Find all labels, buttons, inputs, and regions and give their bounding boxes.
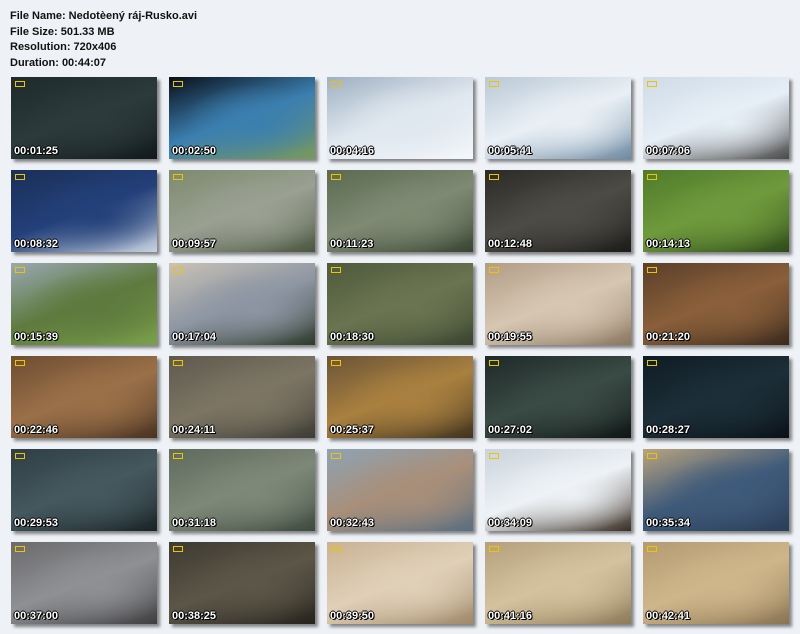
timecode: 00:32:43 (330, 517, 375, 529)
thumbnail[interactable]: 00:41:16 (485, 542, 631, 624)
channel-logo-icon (489, 267, 499, 273)
timecode: 00:35:34 (646, 517, 691, 529)
channel-logo-icon (489, 453, 499, 459)
timecode: 00:34:09 (488, 517, 533, 529)
channel-logo-icon (647, 174, 657, 180)
thumbnail[interactable]: 00:38:25 (169, 542, 315, 624)
timecode: 00:14:13 (646, 238, 691, 250)
timecode: 00:09:57 (172, 238, 217, 250)
channel-logo-icon (173, 174, 183, 180)
timecode: 00:28:27 (646, 424, 691, 436)
channel-logo-icon (331, 453, 341, 459)
channel-logo-icon (331, 81, 341, 87)
timecode: 00:18:30 (330, 331, 375, 343)
thumbnail[interactable]: 00:25:37 (327, 356, 473, 438)
thumbnail[interactable]: 00:34:09 (485, 449, 631, 531)
thumbnail[interactable]: 00:01:25 (11, 77, 157, 159)
channel-logo-icon (173, 453, 183, 459)
channel-logo-icon (647, 267, 657, 273)
channel-logo-icon (647, 81, 657, 87)
thumbnail[interactable]: 00:28:27 (643, 356, 789, 438)
timecode: 00:37:00 (14, 610, 59, 622)
timecode: 00:22:46 (14, 424, 59, 436)
thumbnail[interactable]: 00:19:55 (485, 263, 631, 345)
timecode: 00:07:06 (646, 145, 691, 157)
thumbnail[interactable]: 00:37:00 (11, 542, 157, 624)
thumbnail[interactable]: 00:32:43 (327, 449, 473, 531)
timecode: 00:11:23 (330, 238, 374, 250)
channel-logo-icon (173, 267, 183, 273)
thumbnail[interactable]: 00:11:23 (327, 170, 473, 252)
timecode: 00:04:16 (330, 145, 375, 157)
channel-logo-icon (647, 546, 657, 552)
channel-logo-icon (15, 267, 25, 273)
channel-logo-icon (331, 267, 341, 273)
timecode: 00:15:39 (14, 331, 59, 343)
channel-logo-icon (15, 453, 25, 459)
channel-logo-icon (173, 81, 183, 87)
thumbnail[interactable]: 00:07:06 (643, 77, 789, 159)
thumbnail[interactable]: 00:02:50 (169, 77, 315, 159)
timecode: 00:08:32 (14, 238, 59, 250)
channel-logo-icon (647, 360, 657, 366)
thumbnail-grid: 00:01:25 00:02:50 00:04:16 00:05:41 00:07:06… (0, 0, 800, 634)
channel-logo-icon (331, 174, 341, 180)
thumbnail[interactable]: 00:09:57 (169, 170, 315, 252)
thumbnail[interactable]: 00:14:13 (643, 170, 789, 252)
timecode: 00:01:25 (14, 145, 59, 157)
channel-logo-icon (15, 546, 25, 552)
timecode: 00:41:16 (488, 610, 533, 622)
channel-logo-icon (331, 360, 341, 366)
channel-logo-icon (489, 81, 499, 87)
thumbnail[interactable]: 00:18:30 (327, 263, 473, 345)
channel-logo-icon (489, 546, 499, 552)
thumbnail[interactable]: 00:12:48 (485, 170, 631, 252)
timecode: 00:29:53 (14, 517, 59, 529)
timecode: 00:42:41 (646, 610, 691, 622)
timecode: 00:02:50 (172, 145, 217, 157)
timecode: 00:31:18 (172, 517, 217, 529)
thumbnail[interactable]: 00:04:16 (327, 77, 473, 159)
thumbnail[interactable]: 00:17:04 (169, 263, 315, 345)
channel-logo-icon (173, 546, 183, 552)
thumbnail[interactable]: 00:21:20 (643, 263, 789, 345)
channel-logo-icon (15, 360, 25, 366)
timecode: 00:27:02 (488, 424, 533, 436)
thumbnail[interactable]: 00:35:34 (643, 449, 789, 531)
timecode: 00:24:11 (172, 424, 216, 436)
channel-logo-icon (173, 360, 183, 366)
thumbnail[interactable]: 00:22:46 (11, 356, 157, 438)
thumbnail[interactable]: 00:27:02 (485, 356, 631, 438)
thumbnail[interactable]: 00:24:11 (169, 356, 315, 438)
thumbnail[interactable]: 00:08:32 (11, 170, 157, 252)
timecode: 00:39:50 (330, 610, 375, 622)
timecode: 00:17:04 (172, 331, 217, 343)
thumbnail[interactable]: 00:31:18 (169, 449, 315, 531)
thumbnail[interactable]: 00:42:41 (643, 542, 789, 624)
channel-logo-icon (647, 453, 657, 459)
channel-logo-icon (489, 360, 499, 366)
channel-logo-icon (15, 81, 25, 87)
timecode: 00:25:37 (330, 424, 375, 436)
thumbnail[interactable]: 00:39:50 (327, 542, 473, 624)
timecode: 00:21:20 (646, 331, 691, 343)
timecode: 00:38:25 (172, 610, 217, 622)
timecode: 00:05:41 (488, 145, 533, 157)
thumbnail[interactable]: 00:05:41 (485, 77, 631, 159)
thumbnail[interactable]: 00:29:53 (11, 449, 157, 531)
timecode: 00:19:55 (488, 331, 533, 343)
channel-logo-icon (331, 546, 341, 552)
channel-logo-icon (15, 174, 25, 180)
channel-logo-icon (489, 174, 499, 180)
thumbnail[interactable]: 00:15:39 (11, 263, 157, 345)
timecode: 00:12:48 (488, 238, 533, 250)
